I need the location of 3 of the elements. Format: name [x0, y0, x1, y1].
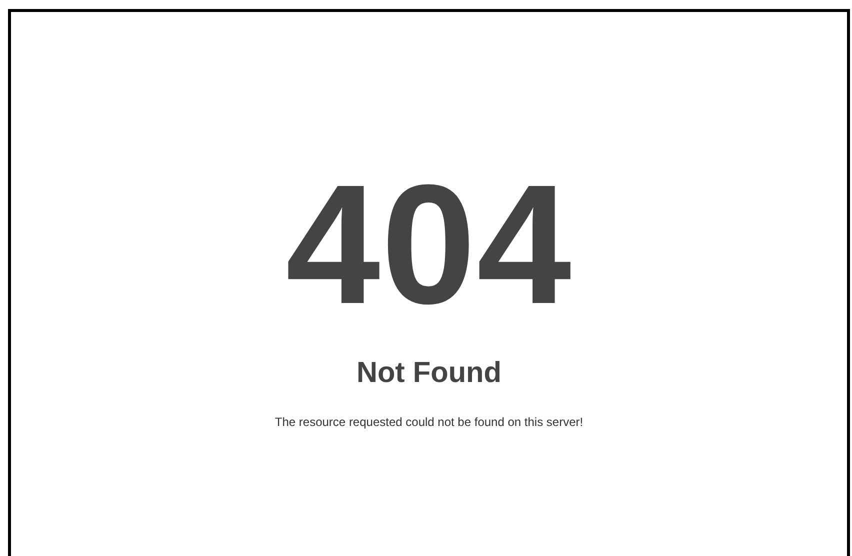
- error-code: 404: [286, 160, 572, 330]
- error-title: Not Found: [356, 356, 502, 391]
- error-message: The resource requested could not be found on this server!: [274, 414, 584, 431]
